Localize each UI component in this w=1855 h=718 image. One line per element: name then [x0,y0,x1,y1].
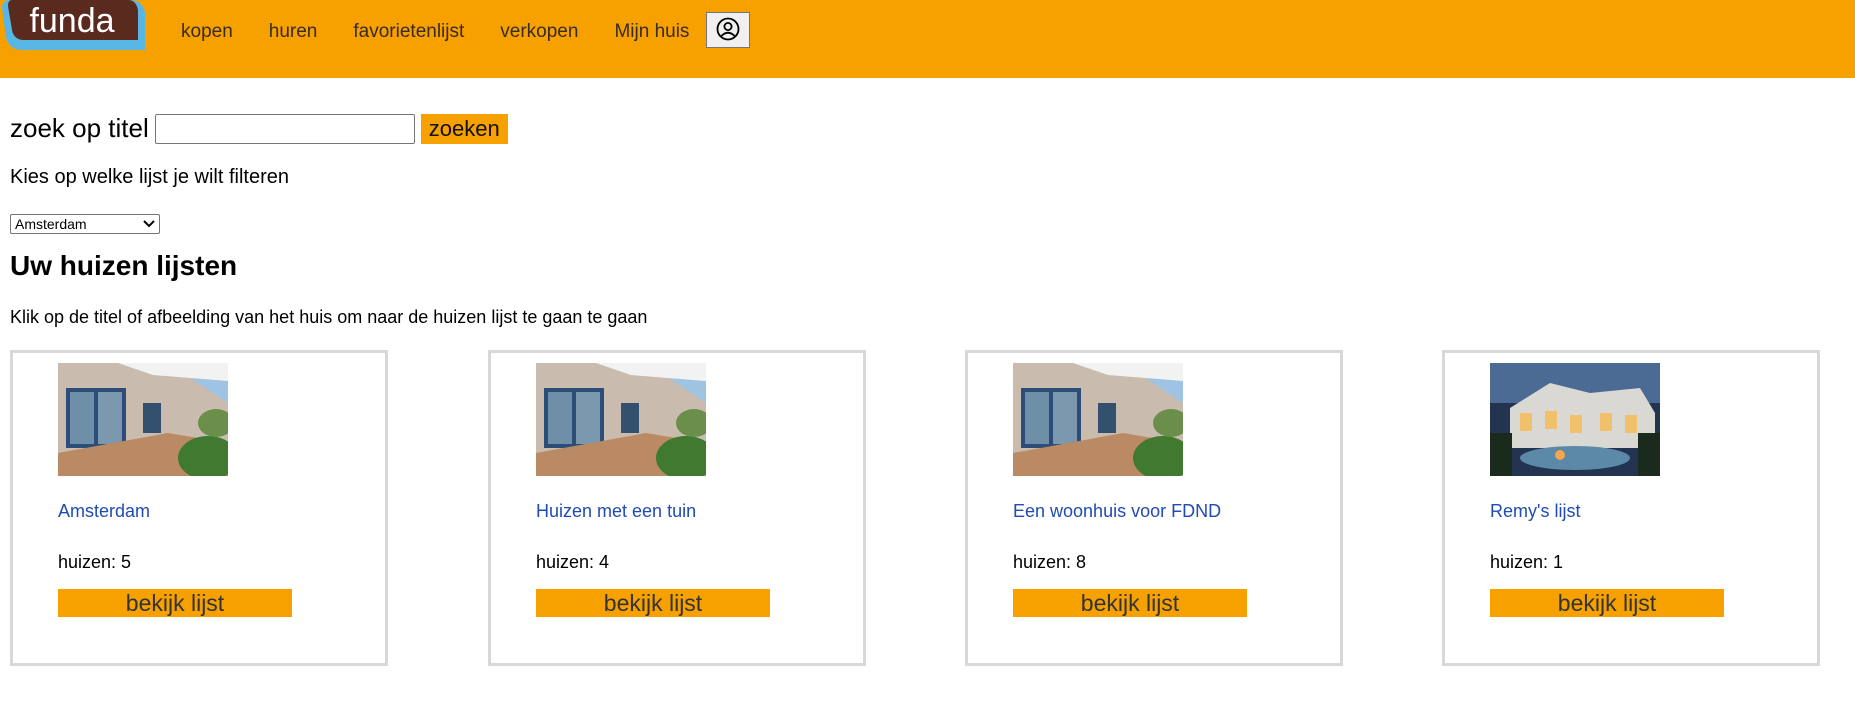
view-list-button[interactable]: bekijk lijst [1013,589,1247,617]
list-count: huizen: 4 [536,552,610,572]
list-title-link[interactable]: Een woonhuis voor FDND [1013,501,1221,522]
list-count: huizen: 8 [1013,552,1087,572]
svg-text:funda: funda [29,2,114,40]
list-title-link[interactable]: Remy's lijst [1490,501,1580,522]
nav-huren[interactable]: huren [269,20,318,44]
nav-verkopen[interactable]: verkopen [500,20,578,44]
list-card: Remy's lijst huizen: 1 bekijk lijst [1442,350,1820,666]
main-nav: kopen huren favorietenlijst verkopen Mij… [181,20,725,44]
view-list-button[interactable]: bekijk lijst [536,589,770,617]
filter-selected-value: Amsterdam [15,216,87,232]
user-circle-icon [716,17,740,44]
list-image[interactable] [1490,363,1660,476]
top-header: funda kopen huren favorietenlijst verkop… [0,0,1855,78]
search-label: zoek op titel [10,113,149,143]
filter-prompt: Kies op welke lijst je wilt filteren [10,166,289,188]
account-button[interactable] [706,12,750,48]
page-title: Uw huizen lijsten [10,250,238,281]
nav-mijn-huis[interactable]: Mijn huis [614,20,689,44]
search-input[interactable] [154,113,415,144]
chevron-down-icon [143,216,155,232]
list-count: huizen: 5 [58,552,132,572]
list-count: huizen: 1 [1490,552,1564,572]
list-image[interactable] [58,363,228,476]
view-list-button[interactable]: bekijk lijst [1490,589,1724,617]
list-image[interactable] [1013,363,1183,476]
nav-favorietenlijst[interactable]: favorietenlijst [353,20,464,44]
list-title-link[interactable]: Huizen met een tuin [536,501,696,522]
funda-logo[interactable]: funda [2,0,146,52]
search-row: zoek op titel zoeken [10,113,508,144]
list-card: Huizen met een tuin huizen: 4 bekijk lijs… [488,350,866,666]
list-title-link[interactable]: Amsterdam [58,501,150,522]
nav-kopen[interactable]: kopen [181,20,233,44]
list-filter-select[interactable]: Amsterdam [10,214,160,234]
list-card: Een woonhuis voor FDND huizen: 8 bekijk l… [965,350,1343,666]
list-card: Amsterdam huizen: 5 bekijk lijst [10,350,388,666]
page-instruction: Klik op de titel of afbeelding van het h… [10,307,648,327]
search-button[interactable]: zoeken [420,113,508,144]
list-image[interactable] [536,363,706,476]
view-list-button[interactable]: bekijk lijst [58,589,292,617]
